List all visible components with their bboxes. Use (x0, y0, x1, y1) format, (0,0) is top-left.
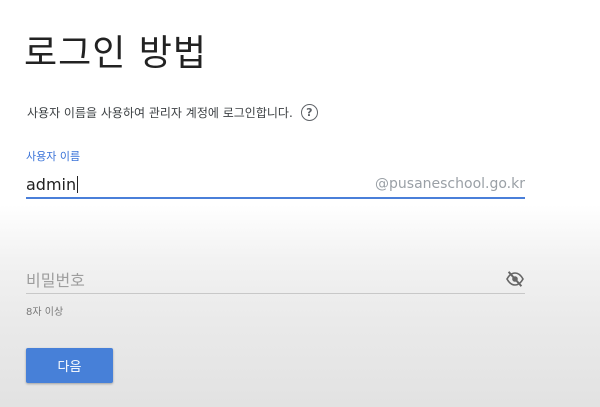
text-caret (77, 176, 79, 193)
username-input[interactable]: admin (26, 175, 79, 194)
page-description: 사용자 이름을 사용하여 관리자 계정에 로그인합니다. ? (27, 104, 318, 121)
eye-off-icon[interactable] (505, 271, 525, 287)
next-button[interactable]: 다음 (26, 348, 113, 383)
password-field[interactable]: 비밀번호 8자 이상 (26, 262, 525, 318)
help-icon[interactable]: ? (300, 104, 318, 121)
description-text: 사용자 이름을 사용하여 관리자 계정에 로그인합니다. (27, 106, 293, 120)
username-label: 사용자 이름 (26, 150, 81, 163)
password-hint: 8자 이상 (26, 307, 64, 318)
domain-suffix: @pusaneschool.go.kr (375, 176, 525, 192)
page-title: 로그인 방법 (24, 33, 208, 74)
password-input[interactable]: 비밀번호 (26, 267, 85, 291)
username-underline (26, 197, 525, 199)
password-underline (26, 293, 525, 294)
username-value: admin (26, 175, 77, 194)
username-field[interactable]: 사용자 이름 admin @pusaneschool.go.kr (26, 148, 525, 200)
